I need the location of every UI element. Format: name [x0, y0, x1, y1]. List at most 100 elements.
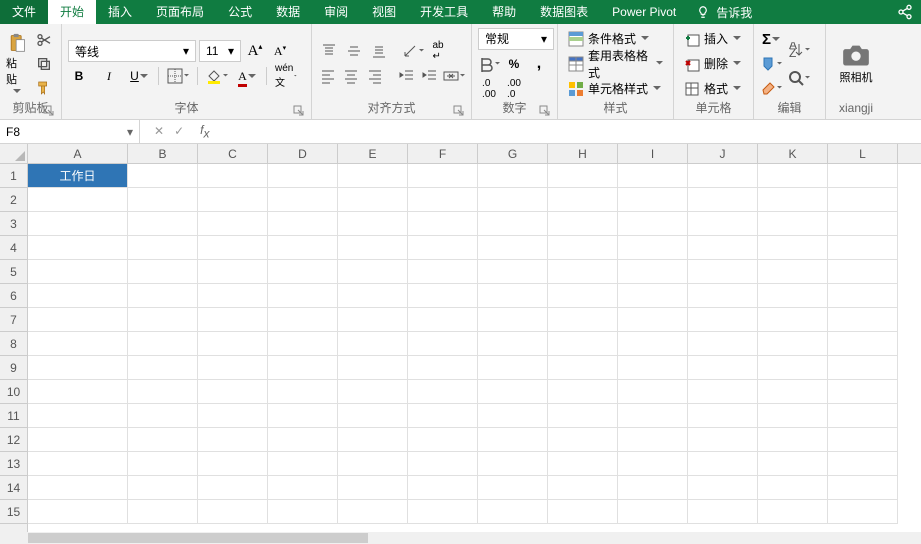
cell[interactable]: [268, 308, 338, 332]
cell[interactable]: [828, 428, 898, 452]
fill-button[interactable]: [760, 53, 782, 75]
sort-filter-button[interactable]: AZ: [788, 39, 810, 61]
share-icon[interactable]: [897, 4, 913, 20]
cell[interactable]: [758, 188, 828, 212]
fill-color-button[interactable]: [206, 65, 228, 87]
cell[interactable]: [548, 212, 618, 236]
dialog-launcher-icon[interactable]: [539, 105, 551, 117]
cut-button[interactable]: [33, 29, 55, 51]
align-top-button[interactable]: [318, 40, 340, 62]
tab-formulas[interactable]: 公式: [216, 0, 264, 24]
cell[interactable]: [688, 476, 758, 500]
column-header[interactable]: I: [618, 144, 688, 163]
format-painter-button[interactable]: [33, 77, 55, 99]
cell[interactable]: [128, 308, 198, 332]
cell[interactable]: [478, 284, 548, 308]
tell-me[interactable]: 告诉我: [696, 4, 752, 21]
cell[interactable]: [478, 212, 548, 236]
cell[interactable]: [268, 236, 338, 260]
dialog-launcher-icon[interactable]: [43, 105, 55, 117]
cell[interactable]: [338, 284, 408, 308]
cell[interactable]: [338, 452, 408, 476]
orientation-button[interactable]: [402, 40, 424, 62]
format-cells-button[interactable]: 格式: [680, 78, 745, 100]
bold-button[interactable]: B: [68, 65, 90, 87]
cell[interactable]: [198, 236, 268, 260]
cell[interactable]: [688, 356, 758, 380]
row-header[interactable]: 4: [0, 236, 27, 260]
cell[interactable]: [198, 212, 268, 236]
column-header[interactable]: A: [28, 144, 128, 163]
cell[interactable]: [478, 380, 548, 404]
column-header[interactable]: G: [478, 144, 548, 163]
fx-icon[interactable]: fx: [200, 123, 209, 140]
cell[interactable]: [408, 500, 478, 524]
cell[interactable]: [758, 164, 828, 188]
cell[interactable]: [688, 164, 758, 188]
column-header[interactable]: H: [548, 144, 618, 163]
cell[interactable]: [688, 500, 758, 524]
cell[interactable]: [408, 356, 478, 380]
align-center-button[interactable]: [341, 65, 361, 87]
cell[interactable]: [338, 332, 408, 356]
cell[interactable]: [408, 284, 478, 308]
find-select-button[interactable]: [788, 67, 810, 89]
cell[interactable]: [828, 260, 898, 284]
cancel-formula-button[interactable]: ✕: [154, 124, 164, 138]
cell[interactable]: [268, 212, 338, 236]
increase-decimal-button[interactable]: .0.00: [478, 78, 500, 100]
cell[interactable]: [268, 164, 338, 188]
cell[interactable]: [408, 188, 478, 212]
increase-font-button[interactable]: A▴: [244, 40, 266, 62]
row-header[interactable]: 10: [0, 380, 27, 404]
cell[interactable]: [128, 164, 198, 188]
cell[interactable]: [198, 284, 268, 308]
align-right-button[interactable]: [365, 65, 385, 87]
cell[interactable]: 工作日: [28, 164, 128, 188]
row-header[interactable]: 7: [0, 308, 27, 332]
cell[interactable]: [338, 260, 408, 284]
cell[interactable]: [28, 380, 128, 404]
cell[interactable]: [548, 380, 618, 404]
cell[interactable]: [478, 332, 548, 356]
format-as-table-button[interactable]: 套用表格格式: [564, 53, 667, 75]
cell[interactable]: [548, 404, 618, 428]
cell[interactable]: [128, 500, 198, 524]
decrease-decimal-button[interactable]: .00.0: [503, 78, 525, 100]
cell[interactable]: [828, 212, 898, 236]
cell[interactable]: [618, 452, 688, 476]
row-header[interactable]: 3: [0, 212, 27, 236]
cell[interactable]: [478, 500, 548, 524]
tab-powerpivot[interactable]: Power Pivot: [600, 0, 688, 24]
cell[interactable]: [478, 452, 548, 476]
cell[interactable]: [28, 356, 128, 380]
cell[interactable]: [828, 284, 898, 308]
column-header[interactable]: B: [128, 144, 198, 163]
cell[interactable]: [828, 380, 898, 404]
cell[interactable]: [618, 284, 688, 308]
delete-cells-button[interactable]: 删除: [680, 53, 745, 75]
cell[interactable]: [198, 260, 268, 284]
cell[interactable]: [28, 404, 128, 428]
cell[interactable]: [758, 332, 828, 356]
chevron-down-icon[interactable]: ▾: [224, 44, 238, 58]
camera-button[interactable]: 照相机: [832, 26, 880, 101]
row-header[interactable]: 2: [0, 188, 27, 212]
cell[interactable]: [268, 284, 338, 308]
cell[interactable]: [478, 260, 548, 284]
cell[interactable]: [478, 236, 548, 260]
cell[interactable]: [338, 308, 408, 332]
cell[interactable]: [198, 404, 268, 428]
cell[interactable]: [268, 476, 338, 500]
cell[interactable]: [28, 476, 128, 500]
cell[interactable]: [758, 212, 828, 236]
row-header[interactable]: 12: [0, 428, 27, 452]
cell[interactable]: [758, 308, 828, 332]
cell[interactable]: [828, 236, 898, 260]
row-header[interactable]: 13: [0, 452, 27, 476]
tab-review[interactable]: 审阅: [312, 0, 360, 24]
cell[interactable]: [478, 164, 548, 188]
cell[interactable]: [268, 500, 338, 524]
column-header[interactable]: D: [268, 144, 338, 163]
column-header[interactable]: F: [408, 144, 478, 163]
